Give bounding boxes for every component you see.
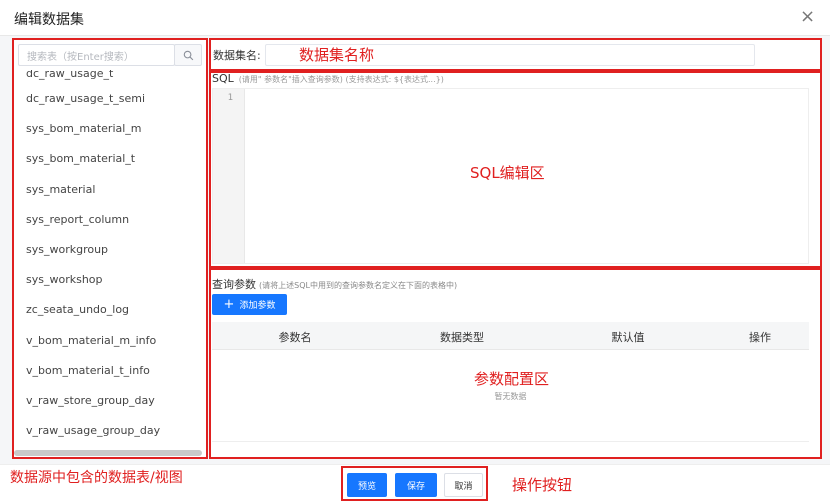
column-default-value: 默认值	[611, 331, 645, 344]
params-label: 查询参数 (请将上述SQL中用到的查询参数名定义在下面的表格中)	[212, 276, 457, 292]
dataset-name-annotation: 数据集名称	[299, 46, 375, 64]
editor-gutter	[213, 89, 245, 263]
dialog-header	[0, 0, 830, 36]
table-item[interactable]: sys_bom_material_m	[14, 114, 204, 144]
table-item[interactable]: sys_workgroup	[14, 235, 204, 265]
column-data-type: 数据类型	[440, 331, 484, 344]
column-param-name: 参数名	[278, 331, 312, 344]
horizontal-scrollbar[interactable]	[14, 450, 202, 456]
add-param-label: 添加参数	[239, 301, 276, 311]
sql-area-annotation: SQL编辑区	[470, 164, 545, 182]
action-buttons-annotation: 操作按钮	[512, 476, 573, 494]
sql-title: SQL	[212, 72, 234, 85]
table-search-input[interactable]	[19, 47, 174, 68]
table-item[interactable]: dc_raw_usage_t_semi	[14, 84, 204, 114]
table-item[interactable]: v_bom_material_t_info	[14, 356, 204, 386]
add-param-button[interactable]: + 添加参数	[212, 294, 287, 315]
line-number: 1	[227, 93, 233, 103]
table-item[interactable]: sys_workshop	[14, 265, 204, 295]
table-item[interactable]: sys_material	[14, 175, 204, 205]
dialog-title: 编辑数据集	[14, 12, 84, 28]
preview-button[interactable]: 预览	[347, 473, 387, 497]
table-item[interactable]: dc_raw_usage_t	[14, 70, 204, 84]
table-item[interactable]: v_raw_store_group_day	[14, 386, 204, 416]
empty-state-text: 暂无数据	[494, 392, 527, 401]
params-title: 查询参数	[212, 278, 256, 291]
column-operations: 操作	[749, 331, 771, 344]
table-search-box[interactable]	[18, 44, 175, 68]
dataset-name-label: 数据集名:	[213, 49, 261, 62]
params-area-annotation: 参数配置区	[474, 370, 550, 388]
table-item[interactable]: sys_bom_material_t	[14, 144, 204, 174]
data-source-annotation: 数据源中包含的数据表/视图	[10, 470, 183, 486]
table-list: dc_raw_usage_t dc_raw_usage_t_semi sys_b…	[14, 70, 204, 456]
close-icon[interactable]: ×	[800, 8, 815, 26]
table-item[interactable]: sys_report_column	[14, 205, 204, 235]
save-button[interactable]: 保存	[395, 473, 437, 497]
search-button[interactable]	[174, 44, 202, 66]
table-item[interactable]: zc_seata_undo_log	[14, 295, 204, 325]
search-icon	[183, 50, 193, 60]
table-item[interactable]: v_bom_material_m_info	[14, 326, 204, 356]
plus-icon: +	[223, 297, 235, 312]
sql-label: SQL (请用" 参数名"插入查询参数) (支持表达式: ${表达式...})	[212, 72, 444, 85]
table-item[interactable]: v_raw_usage_group_day	[14, 416, 204, 446]
sql-hint: (请用" 参数名"插入查询参数) (支持表达式: ${表达式...})	[238, 75, 444, 84]
params-hint: (请将上述SQL中用到的查询参数名定义在下面的表格中)	[259, 281, 458, 290]
cancel-button[interactable]: 取消	[444, 473, 483, 497]
